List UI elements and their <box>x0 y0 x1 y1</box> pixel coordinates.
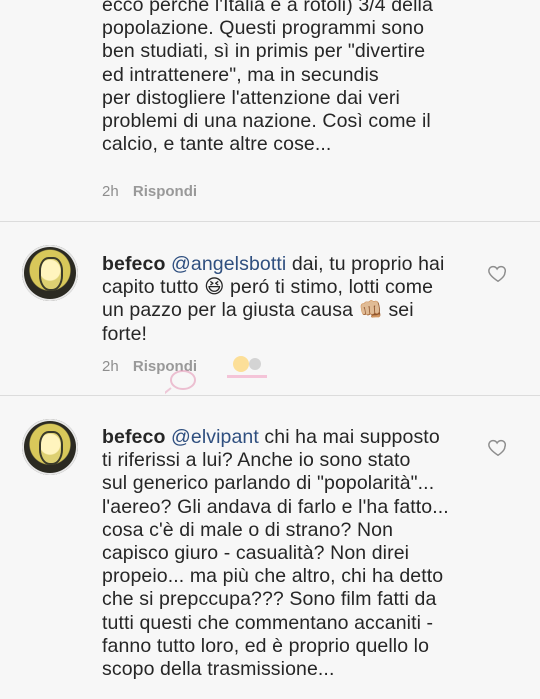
mention-link[interactable]: @angelsbotti <box>171 253 286 275</box>
watermark-logo <box>165 356 267 395</box>
heart-outline-icon[interactable] <box>487 262 509 284</box>
avatar[interactable] <box>22 419 78 475</box>
comment-text: chi ha mai supposto ti riferissi a lui? … <box>102 426 449 681</box>
comment-body: befeco @angelsbotti dai, tu proprio hai … <box>102 253 497 346</box>
comment-time: 2h <box>102 183 119 200</box>
heart-outline-icon[interactable] <box>487 436 509 458</box>
comment-username[interactable]: befeco <box>102 253 165 275</box>
mention-link[interactable]: @elvipant <box>171 426 259 448</box>
comment-username[interactable]: befeco <box>102 426 165 448</box>
comment-body: befeco @elvipant chi ha mai supposto ti … <box>102 426 497 681</box>
divider <box>0 221 540 222</box>
comment-time: 2h <box>102 358 119 375</box>
avatar[interactable] <box>22 245 78 301</box>
divider <box>0 395 540 396</box>
reply-button[interactable]: Rispondi <box>133 183 197 200</box>
comment-meta: 2h Rispondi <box>102 183 197 200</box>
comment-text: ecco perchè l'Italia è a rotoli) 3/4 del… <box>102 0 433 156</box>
